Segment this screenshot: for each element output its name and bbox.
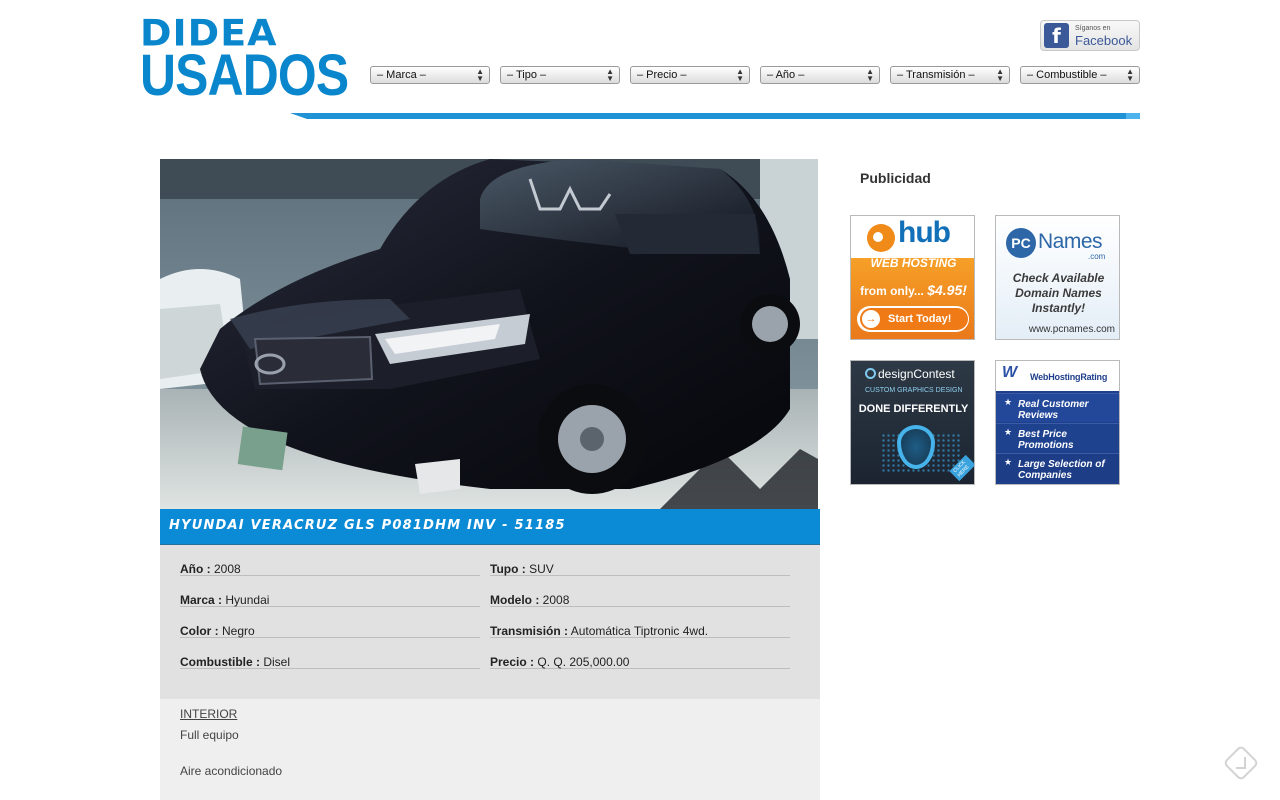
header-divider [290,113,1140,119]
star-icon: ★ [1004,457,1013,467]
spec-row: Año : 2008 [180,545,480,576]
ad-from: from only... [860,284,924,298]
filter-combustible-select[interactable]: – Combustible – ▲ ▼ [1020,66,1140,84]
spec-label: Color : [180,624,219,638]
listing-title-bar: HYUNDAI VERACRUZ GLS P081DHM INV - 51185 [160,509,820,545]
filter-label: – Transmisión – [897,69,975,81]
filter-tipo-select[interactable]: – Tipo – ▲ ▼ [500,66,620,84]
facebook-small-label: Síganos en [1075,24,1111,32]
ad-url: www.pcnames.com [1028,324,1115,335]
ad-feature-row: ★ Best Price Promotions [996,423,1119,452]
chevron-updown-icon: ▲ ▼ [476,67,484,83]
chevron-updown-icon: ▲ ▼ [866,67,874,83]
spec-row: Tupo : SUV [490,545,790,576]
facebook-icon: f [1044,23,1069,48]
filter-label: – Año – [767,69,805,81]
ad-tld: .com [1088,252,1106,261]
ad-feature-row: ★ Large Selection of Companies [996,453,1119,482]
spec-row: Color : Negro [180,607,480,638]
corner-tag-icon[interactable] [1222,744,1260,782]
ad-brand-row: designContest [865,367,955,381]
note-line: Aire acondicionado [180,764,283,778]
spec-row: Combustible : Disel [180,638,480,669]
filter-transmision-select[interactable]: – Transmisión – ▲ ▼ [890,66,1010,84]
chevron-updown-icon: ▲ ▼ [996,67,1004,83]
filter-label: – Tipo – [507,69,547,81]
spec-value: SUV [529,562,554,576]
facebook-big-label: Facebook [1075,32,1133,48]
ad-feature: Real Customer Reviews [1018,399,1089,421]
ad-brand: hub [898,216,951,249]
filter-ano-select[interactable]: – Año – ▲ ▼ [760,66,880,84]
ad-feature: Best Price Promotions [1018,429,1074,451]
spec-label: Año : [180,562,211,576]
ad-brand: designContest [878,367,955,381]
spec-value: 2008 [542,593,570,607]
ad-tagline: DONE DIFFERENTLY [858,403,969,415]
notes-heading: INTERIOR [180,707,238,721]
ad-brand: Names [1038,230,1103,253]
ad-hub-web-hosting[interactable]: hub WEB HOSTING from only... $4.95! Star… [850,215,975,340]
ad-pcnames[interactable]: PC Names .com Check Available Domain Nam… [995,215,1120,340]
filter-marca-select[interactable]: – Marca – ▲ ▼ [370,66,490,84]
site-logo[interactable]: DIDEA USADOS [140,18,349,108]
ad-designcontest[interactable]: designContest CUSTOM GRAPHICS DESIGN DON… [850,360,975,485]
filter-label: – Precio – [637,69,687,81]
vehicle-photo[interactable] [160,159,818,509]
spec-value: Negro [222,624,255,638]
ad-feature: Large Selection of Companies [1018,459,1105,481]
whr-logo-icon: W [1002,364,1018,381]
spec-row: Precio : Q. Q. 205,000.00 [490,638,790,669]
spec-row: Transmisión : Automática Tiptronic 4wd. [490,607,790,638]
ad-feature-row: ★ Real Customer Reviews [996,393,1119,422]
spec-label: Tupo : [490,562,526,576]
designcontest-logo-icon [865,368,876,379]
filter-bar: – Marca – ▲ ▼ – Tipo – ▲ ▼ – Precio – ▲ ▼ –… [370,66,1140,84]
spec-value: 2008 [214,562,241,576]
spec-row: Modelo : 2008 [490,576,790,607]
ad-text: Check Available Domain Names Instantly! [1012,271,1105,315]
chevron-updown-icon: ▲ ▼ [1126,67,1134,83]
filter-label: – Combustible – [1027,69,1107,81]
spec-value: Hyundai [225,593,270,607]
sidebar-heading: Publicidad [860,170,931,186]
ad-line: WEB HOSTING [870,256,957,270]
chevron-updown-icon: ▲ ▼ [736,67,744,83]
filter-label: – Marca – [377,69,426,81]
facebook-follow-button[interactable]: f Síganos en Facebook [1040,20,1140,51]
ad-sub: CUSTOM GRAPHICS DESIGN [865,387,963,394]
arrow-right-icon: → [862,310,880,328]
spec-label: Transmisión : [490,624,569,638]
star-icon: ★ [1004,397,1013,407]
ad-brand: WebHostingRating [1030,372,1108,382]
spec-table: Año : 2008 Tupo : SUV Marca : Hyundai Mo… [160,545,820,699]
spec-label: Modelo : [490,593,540,607]
ad-webhostingrating[interactable]: W WebHostingRating ★ Real Customer Review… [995,360,1120,485]
spec-label: Combustible : [180,655,260,669]
listing-notes: INTERIOR Full equipo Aire acondicionado [160,699,820,800]
ad-price-line: from only... $4.95! [851,282,974,298]
logo-bottom-text: USADOS [140,43,349,108]
spec-value: Disel [263,655,291,669]
chevron-updown-icon: ▲ ▼ [606,67,614,83]
spec-label: Precio : [490,655,535,669]
spec-value: Q. Q. 205,000.00 [537,655,630,669]
star-icon: ★ [1004,427,1013,437]
spec-row: Marca : Hyundai [180,576,480,607]
spec-value: Automática Tiptronic 4wd. [570,624,709,638]
ad-pc-badge: PC [1006,228,1036,258]
note-line: Full equipo [180,728,239,742]
listing-title: HYUNDAI VERACRUZ GLS P081DHM INV - 51185 [169,518,566,533]
ad-price: $4.95! [927,282,967,298]
filter-precio-select[interactable]: – Precio – ▲ ▼ [630,66,750,84]
header-divider-end [1126,113,1140,119]
spec-label: Marca : [180,593,223,607]
